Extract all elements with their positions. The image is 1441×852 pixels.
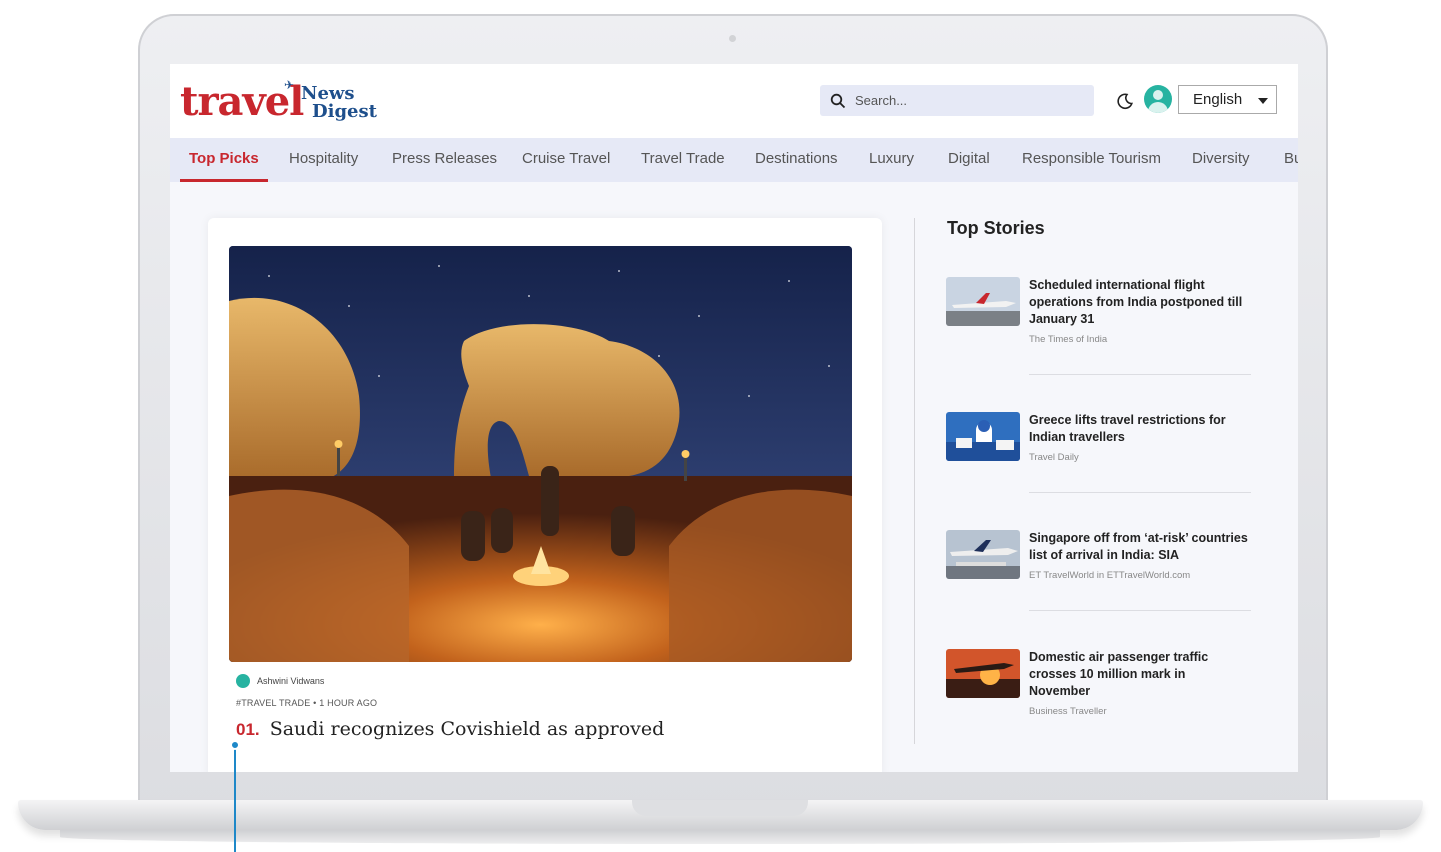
article-time: 1 HOUR AGO [319,698,378,708]
column-divider [914,218,915,744]
featured-article-image[interactable] [229,246,852,662]
site-header: travel ✈ News Digest English [170,64,1298,138]
nav-item-responsible-tourism[interactable]: Responsible Tourism [1022,138,1161,182]
language-select[interactable]: English [1178,85,1277,114]
browser-screen: travel ✈ News Digest English Top Picks H… [170,64,1298,772]
nav-item-cruise-travel[interactable]: Cruise Travel [522,138,610,182]
user-avatar[interactable] [1144,85,1172,113]
story-divider [1029,610,1251,611]
story-thumbnail[interactable] [946,530,1020,579]
search-box[interactable] [820,85,1094,116]
language-value: English [1193,91,1243,108]
nav-item-travel-trade[interactable]: Travel Trade [641,138,725,182]
nav-item-press-releases[interactable]: Press Releases [392,138,497,182]
article-meta: #TRAVEL TRADE • 1 HOUR AGO [236,698,377,708]
story-source: Business Traveller [1029,706,1107,717]
search-input[interactable] [853,92,1087,109]
article-tag[interactable]: #TRAVEL TRADE [236,698,310,708]
story-thumbnail[interactable] [946,412,1020,461]
category-nav: Top Picks Hospitality Press Releases Cru… [170,138,1298,182]
nav-item-top-picks[interactable]: Top Picks [180,138,268,182]
article-number: 01. [236,720,260,739]
story-source: ET TravelWorld in ETTravelWorld.com [1029,570,1191,581]
story-thumbnail[interactable] [946,649,1020,698]
camera-dot [729,35,736,42]
author-name: Ashwini Vidwans [257,676,325,686]
nav-item-hospitality[interactable]: Hospitality [289,138,358,182]
callout-line [234,748,236,852]
story-title[interactable]: Domestic air passenger traffic crosses 1… [1029,649,1249,700]
article-author[interactable]: Ashwini Vidwans [236,674,324,688]
nav-item-digital[interactable]: Digital [948,138,990,182]
story-title[interactable]: Greece lifts travel restrictions for Ind… [1029,412,1249,446]
laptop-base-bottom [60,830,1380,844]
logo-digest-text: Digest [312,101,377,122]
story-source: Travel Daily [1029,452,1079,463]
story-divider [1029,374,1251,375]
nav-item-diversity[interactable]: Diversity [1192,138,1250,182]
dark-mode-icon[interactable] [1116,92,1134,110]
nav-item-destinations[interactable]: Destinations [755,138,838,182]
plane-icon: ✈ [284,78,295,92]
article-headline[interactable]: 01. Saudi recognizes Covishield as appro… [236,718,664,740]
laptop-notch [632,800,808,816]
top-stories-title: Top Stories [947,218,1045,238]
nav-item-luxury[interactable]: Luxury [869,138,914,182]
chevron-down-icon [1258,98,1268,104]
search-icon [830,93,846,108]
article-title: Saudi recognizes Covishield as approved [269,718,665,740]
nav-item-business[interactable]: Bu [1284,138,1298,182]
story-title[interactable]: Scheduled international flight operation… [1029,277,1249,328]
featured-article-card[interactable]: Ashwini Vidwans #TRAVEL TRADE • 1 HOUR A… [208,218,882,772]
story-divider [1029,492,1251,493]
callout-dot [230,740,240,750]
story-thumbnail[interactable] [946,277,1020,326]
story-source: The Times of India [1029,334,1108,345]
story-title[interactable]: Singapore off from ‘at-risk’ countries l… [1029,530,1249,564]
author-avatar [236,674,250,688]
